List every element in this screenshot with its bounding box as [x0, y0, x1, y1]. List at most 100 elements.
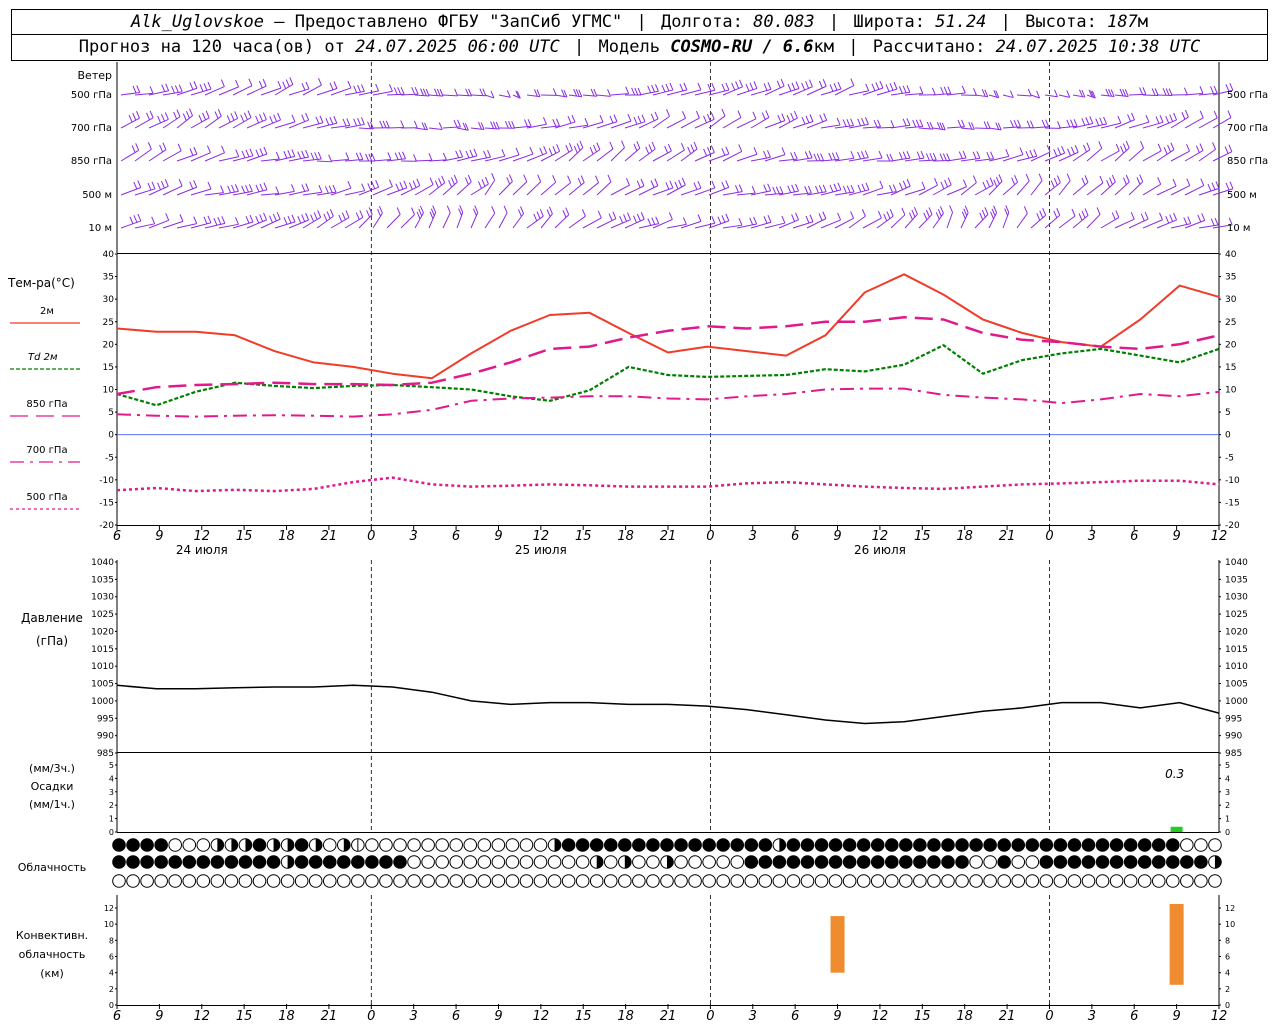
wind-barb-feather	[317, 210, 322, 218]
temp-tick-right: 15	[1225, 363, 1236, 373]
wind-barb-feather	[245, 216, 250, 224]
pressure-tick-left: 990	[97, 732, 114, 742]
cloud-cover-icon-clear	[1109, 874, 1124, 888]
wind-barb-feather	[565, 207, 570, 215]
wind-barb-feather	[395, 183, 400, 191]
wind-barb	[1072, 181, 1089, 196]
wind-barb	[526, 94, 541, 98]
time-label: 9	[494, 529, 502, 544]
wind-barb-feather	[484, 176, 489, 185]
cloud-cover-icon-clear	[870, 874, 885, 888]
wind-barb-feather	[277, 80, 282, 89]
wind-barb-feather	[1085, 117, 1090, 125]
wind-barb-feather	[753, 147, 758, 155]
wind-barb	[862, 187, 884, 196]
time-axes: 6 9 12 15 18 21 0 3 6 9 12 15 18 21 0 3 6 9 12 15 18 21 0 3 6 9 12…	[113, 525, 1227, 1024]
wind-barb-feather	[1125, 140, 1130, 149]
wind-barb-feather	[355, 152, 360, 161]
cloud-cover-icon-half	[245, 838, 252, 852]
cloud-cover-icon-clear	[168, 838, 183, 852]
wind-barb	[848, 215, 866, 229]
wind-barb-feather	[1170, 142, 1175, 150]
wind-barb-feather	[297, 216, 302, 224]
cloud-cover-icon-full	[870, 855, 885, 869]
wind-barb-feather	[234, 184, 239, 192]
wind-barb-feather	[1057, 147, 1062, 155]
cloud-cover-icon-clear	[505, 874, 520, 888]
wind-barb-feather	[791, 184, 796, 193]
wind-barb-feather	[1081, 118, 1086, 126]
cloud-cover-icon-clear	[435, 838, 449, 852]
wind-barb-feather	[982, 181, 987, 190]
wind-barb	[1030, 180, 1043, 196]
wind-barb-feather	[1212, 142, 1217, 150]
wind-barb-feather	[323, 213, 328, 222]
wind-barb-feather	[508, 120, 512, 129]
cloud-cover-icon-full	[1137, 855, 1152, 869]
temp-tick-right: 35	[1225, 273, 1236, 283]
wind-barb-feather	[411, 87, 416, 95]
wind-barb-feather	[634, 87, 639, 96]
cloud-cover-icon-full	[126, 838, 140, 852]
wind-level-right: 500 м	[1227, 190, 1257, 201]
wind-barb-feather	[647, 85, 652, 93]
cloud-cover-icon-clear	[280, 874, 295, 888]
wind-barb-feather	[1183, 217, 1188, 225]
wind-barb-feather	[412, 180, 417, 188]
wind-barb-feather	[282, 81, 287, 89]
wind-barb-feather	[940, 181, 945, 190]
wind-barb-feather	[921, 181, 926, 190]
wind-barb-feather	[961, 211, 966, 219]
wind-barb-feather	[342, 118, 347, 127]
pressure-tick-right: 990	[1225, 732, 1242, 742]
wind-barb-feather	[1099, 117, 1104, 126]
wind-barb-feather	[504, 120, 509, 129]
wind-barb-feather	[317, 77, 322, 86]
precip-tick-left: 2	[109, 801, 114, 810]
wind-barb-feather	[1186, 144, 1190, 152]
wind-barb-feather	[772, 186, 777, 195]
wind-barb-feather	[388, 84, 393, 92]
wind-barb-feather	[147, 182, 152, 191]
wind-barb-feather	[721, 148, 726, 156]
wind-barb-feather	[879, 180, 884, 188]
cloud-cover-icon-full	[927, 838, 941, 852]
wind-barb-feather	[420, 88, 424, 96]
cloud-cover-icon-clear	[365, 838, 379, 852]
wind-barb-feather	[159, 144, 164, 153]
cloud-cover-icon-full	[1165, 855, 1180, 869]
wind-barb-feather	[1041, 119, 1046, 128]
wind-barb-feather	[483, 150, 488, 159]
cloud-cover-icon-full	[772, 855, 787, 869]
wind-barb-feather	[371, 153, 376, 162]
wind-barb-feather	[255, 115, 260, 124]
cloud-cover-icon-clear	[941, 874, 955, 888]
time-label: 18	[278, 1009, 295, 1024]
wind-barb-feather	[647, 218, 652, 226]
wind-barb-feather	[259, 114, 263, 122]
wind-barb-feather	[164, 112, 169, 120]
wind-barb-feather	[375, 179, 380, 188]
wind-barb	[484, 179, 496, 196]
wind-barb-feather	[416, 211, 421, 220]
wind-barb-feather	[450, 177, 455, 185]
wind-barb-feather	[808, 150, 813, 159]
wind-barb-feather	[779, 186, 784, 194]
wind-barb-feather	[382, 120, 387, 129]
wind-barb-feather	[552, 146, 557, 154]
wind-barb-feather	[627, 113, 632, 122]
wind-barb-feather	[875, 82, 880, 90]
wind-barb	[960, 127, 975, 130]
conv-title-3: (км)	[40, 967, 64, 980]
wind-barb-feather	[993, 205, 998, 213]
day-label: 24 июля	[176, 543, 228, 557]
wind-barb-feather	[609, 141, 614, 150]
cloud-cover-icon-clear	[716, 874, 730, 888]
cloud-cover-icon-full	[618, 838, 632, 852]
cloud-cover-icon-full	[744, 855, 759, 869]
wind-barb-feather	[457, 119, 461, 128]
wind-barb-feather	[467, 174, 472, 183]
wind-barb-feather	[259, 148, 264, 156]
wind-barb-feather	[865, 182, 870, 191]
cloud-cover-icon-clear	[407, 855, 421, 869]
